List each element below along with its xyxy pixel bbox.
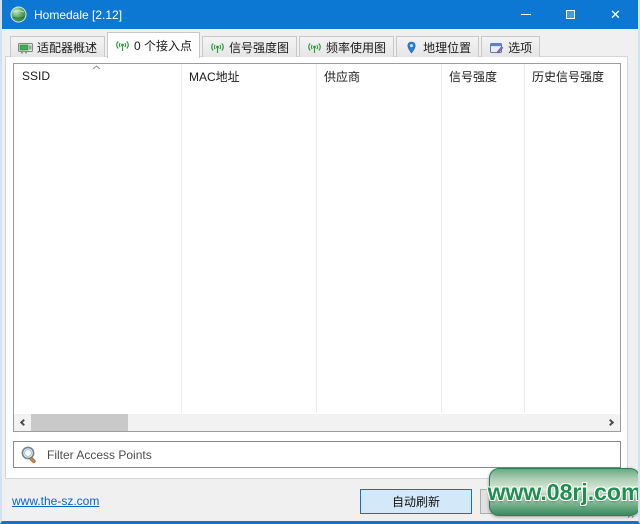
titlebar: Homedale [2.12] ✕ [2, 0, 638, 29]
search-icon [21, 446, 36, 464]
network-adapter-icon [18, 42, 33, 53]
tab-label: 地理位置 [423, 40, 472, 55]
tab-access-points[interactable]: 0 个接入点 [107, 32, 201, 58]
sort-ascending-icon [92, 65, 101, 70]
column-header-signal-history[interactable]: 历史信号强度 [524, 64, 620, 88]
column-divider [441, 64, 442, 413]
tab-signal-graph[interactable]: 信号强度图 [202, 36, 298, 57]
table-header-row: SSID MAC地址 供应商 信号强度 历史信号强度 [14, 64, 620, 88]
app-window: Homedale [2.12] ✕ 适配器概述 0 个接入点 信号强度图 频率使… [0, 0, 640, 524]
column-divider [181, 64, 182, 413]
app-globe-icon [10, 6, 27, 23]
tab-label: 信号强度图 [229, 40, 290, 55]
watermark-text: www.08rj.com [487, 478, 640, 505]
maximize-button[interactable] [548, 0, 593, 29]
maximize-icon [566, 10, 575, 19]
column-divider [316, 64, 317, 413]
access-points-table: SSID MAC地址 供应商 信号强度 历史信号强度 [13, 63, 621, 432]
tab-label: 频率使用图 [326, 40, 387, 55]
tab-label: 选项 [508, 40, 533, 55]
tab-label: 适配器概述 [37, 40, 98, 55]
antenna-icon [308, 42, 321, 53]
scrollbar-track[interactable] [31, 414, 603, 431]
chevron-right-icon [606, 418, 615, 427]
tab-label: 0 个接入点 [134, 39, 193, 53]
close-button[interactable]: ✕ [593, 0, 638, 29]
tab-geolocation[interactable]: 地理位置 [396, 36, 480, 57]
minimize-button[interactable] [503, 0, 548, 29]
column-header-ssid[interactable]: SSID [14, 64, 181, 88]
minimize-icon [520, 14, 531, 15]
watermark-badge: www.08rj.com [487, 468, 640, 516]
map-pin-icon [407, 41, 416, 53]
column-header-mac[interactable]: MAC地址 [181, 64, 316, 88]
tab-page-access-points: SSID MAC地址 供应商 信号强度 历史信号强度 [5, 56, 628, 479]
tab-options[interactable]: 选项 [481, 36, 541, 57]
window-title: Homedale [2.12] [34, 7, 123, 22]
tab-adapter-overview[interactable]: 适配器概述 [10, 36, 106, 57]
column-header-signal[interactable]: 信号强度 [441, 64, 524, 88]
scroll-right-button[interactable] [603, 414, 620, 431]
filter-access-points-input[interactable] [39, 442, 620, 467]
filter-box [13, 441, 621, 468]
chevron-left-icon [19, 418, 28, 427]
auto-refresh-button[interactable]: 自动刷新 [360, 489, 472, 514]
tab-strip: 适配器概述 0 个接入点 信号强度图 频率使用图 地理位置 选项 [10, 30, 630, 58]
options-icon [490, 42, 504, 54]
tab-frequency-graph[interactable]: 频率使用图 [299, 36, 395, 57]
website-link[interactable]: www.the-sz.com [12, 494, 99, 508]
column-header-vendor[interactable]: 供应商 [316, 64, 441, 88]
column-divider [524, 64, 525, 413]
antenna-icon [211, 42, 224, 53]
horizontal-scrollbar[interactable] [14, 414, 620, 431]
close-icon: ✕ [610, 7, 621, 22]
scroll-left-button[interactable] [14, 414, 31, 431]
scrollbar-thumb[interactable] [31, 414, 128, 431]
antenna-icon [116, 41, 129, 51]
